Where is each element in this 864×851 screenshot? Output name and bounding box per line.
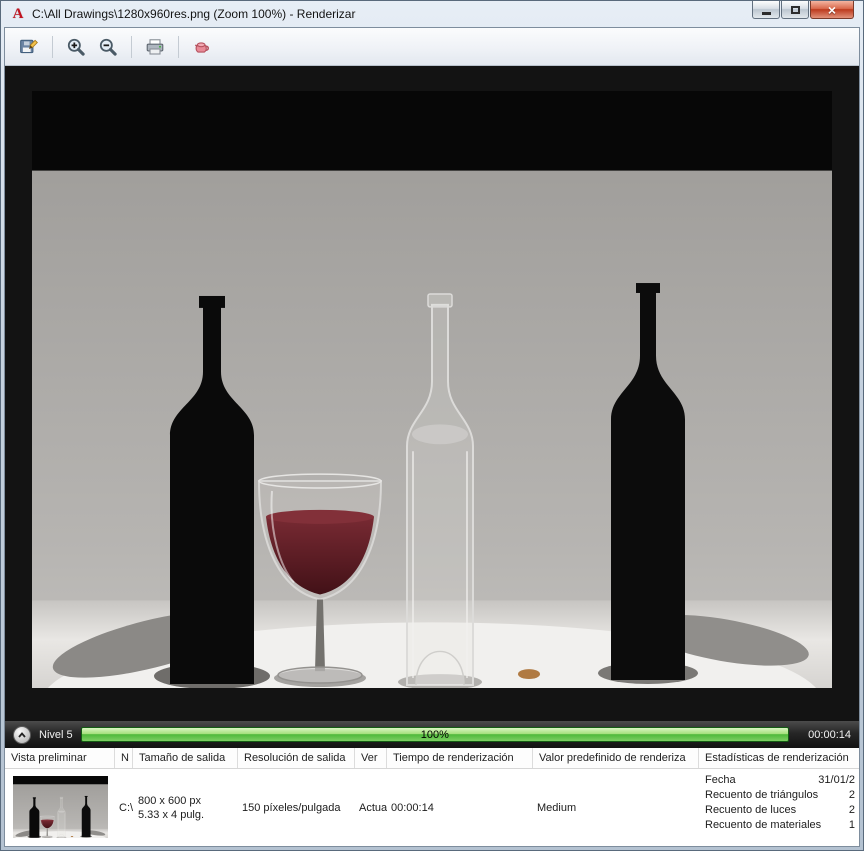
render-viewport: [5, 66, 859, 721]
toolbar-separator: [178, 35, 179, 58]
progress-percent: 100%: [420, 728, 449, 741]
progress-bar: 100%: [80, 727, 789, 742]
purge-button[interactable]: [188, 33, 216, 61]
thumbnail-image: [13, 776, 108, 838]
stat-date: Fecha 31/01/2: [705, 774, 855, 786]
minimize-button[interactable]: [752, 1, 780, 19]
stat-material-count: Recuento de materiales 1: [705, 819, 855, 831]
toolbar-separator: [52, 35, 53, 58]
rendered-image: [32, 91, 832, 688]
progress-toggle-button[interactable]: [13, 725, 31, 744]
progress-level-label: Nivel 5: [39, 728, 73, 741]
zoom-out-icon: [99, 38, 117, 56]
print-button[interactable]: [141, 33, 169, 61]
column-header-render-time[interactable]: Tiempo de renderización: [387, 748, 533, 768]
stat-light-count: Recuento de luces 2: [705, 804, 855, 816]
maximize-icon: [790, 5, 800, 14]
autocad-logo-icon: A: [12, 6, 24, 22]
row-output-resolution: 150 píxeles/pulgada: [242, 801, 341, 814]
column-header-render-statistics[interactable]: Estadísticas de renderización: [699, 748, 859, 768]
column-header-view[interactable]: Ver: [355, 748, 387, 768]
column-header-render-preset[interactable]: Valor predefinido de renderiza: [533, 748, 699, 768]
row-render-statistics: Fecha 31/01/2 Recuento de triángulos 2 R…: [699, 769, 859, 846]
history-table-header: Vista preliminar N Tamaño de salida Reso…: [5, 748, 859, 769]
row-render-preset: Medium: [537, 801, 577, 814]
window-client-area: Nivel 5 100% 00:00:14 Vista preliminar N…: [4, 27, 860, 847]
row-file-name: C:\...: [119, 801, 133, 814]
minimize-icon: [761, 11, 771, 15]
close-icon: ×: [827, 1, 837, 18]
column-header-name[interactable]: N: [115, 748, 133, 768]
column-header-output-size[interactable]: Tamaño de salida: [133, 748, 238, 768]
row-view: Actual: [359, 801, 387, 814]
zoom-out-button[interactable]: [94, 33, 122, 61]
zoom-in-icon: [67, 38, 85, 56]
print-icon: [146, 38, 164, 55]
window-title: C:\All Drawings\1280x960res.png (Zoom 10…: [32, 7, 356, 21]
window-controls: ×: [752, 1, 854, 19]
column-header-preview[interactable]: Vista preliminar: [5, 748, 115, 768]
close-button[interactable]: ×: [810, 1, 854, 19]
history-table-row[interactable]: C:\... 800 x 600 px 5.33 x 4 pulg. 150 p…: [5, 769, 859, 846]
render-window: A C:\All Drawings\1280x960res.png (Zoom …: [0, 0, 864, 851]
row-output-size-px: 800 x 600 px: [138, 794, 201, 807]
row-output-size-inches: 5.33 x 4 pulg.: [138, 808, 205, 821]
purge-icon: [194, 41, 210, 53]
save-icon: [20, 39, 38, 53]
toolbar-separator: [131, 35, 132, 58]
row-render-time: 00:00:14: [391, 801, 434, 814]
chevron-up-icon: [18, 731, 26, 738]
zoom-in-button[interactable]: [62, 33, 90, 61]
save-button[interactable]: [15, 33, 43, 61]
titlebar[interactable]: A C:\All Drawings\1280x960res.png (Zoom …: [4, 1, 860, 27]
maximize-button[interactable]: [781, 1, 809, 19]
render-thumbnail[interactable]: [5, 769, 115, 846]
toolbar: [5, 28, 859, 66]
progress-strip: Nivel 5 100% 00:00:14: [5, 721, 859, 748]
stat-triangle-count: Recuento de triángulos 2: [705, 789, 855, 801]
column-header-output-resolution[interactable]: Resolución de salida: [238, 748, 355, 768]
row-output-size: 800 x 600 px 5.33 x 4 pulg.: [133, 769, 238, 846]
progress-elapsed-time: 00:00:14: [808, 728, 851, 741]
